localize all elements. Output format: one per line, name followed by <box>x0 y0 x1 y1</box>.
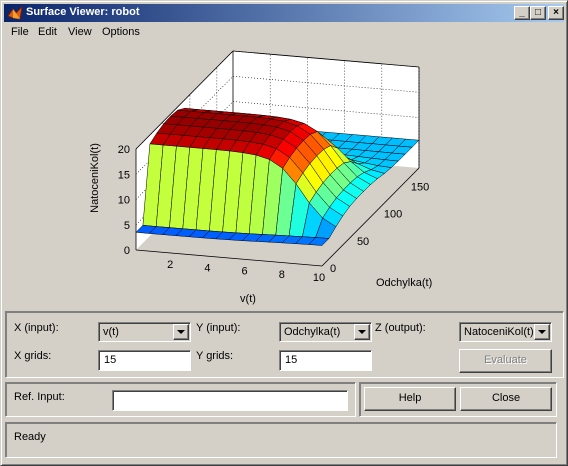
dropdown-arrow[interactable] <box>354 324 370 340</box>
close-icon: × <box>553 7 559 18</box>
dropdown-arrow[interactable] <box>173 324 189 340</box>
surface-plot-area[interactable]: 0 5 10 15 20 2 4 6 8 10 0 50 100 150 NatoceniKol(t) v… <box>5 43 564 308</box>
z-output-label: Z (output): <box>375 322 426 334</box>
menu-file[interactable]: File <box>11 26 29 38</box>
z-output-select[interactable]: NatoceniKol(t) <box>459 322 552 342</box>
x-grids-label: X grids: <box>14 350 52 362</box>
y-input-value: Odchylka(t) <box>284 326 341 338</box>
y-tick-label: 100 <box>384 209 402 221</box>
z-tick-label: 20 <box>118 144 130 156</box>
close-window-button[interactable]: × <box>548 6 564 20</box>
z-axis-label: NatoceniKol(t) <box>89 143 101 213</box>
evaluate-button[interactable]: Evaluate <box>459 349 552 373</box>
z-tick-label: 10 <box>118 195 130 207</box>
chevron-down-icon <box>538 330 546 334</box>
x-tick-label: 2 <box>167 259 173 271</box>
x-tick-label: 4 <box>204 262 210 274</box>
chevron-down-icon <box>358 330 366 334</box>
x-grids-field[interactable]: 15 <box>98 350 191 371</box>
y-tick-label: 150 <box>411 181 429 193</box>
help-button[interactable]: Help <box>364 387 456 411</box>
menu-edit[interactable]: Edit <box>38 26 57 38</box>
maximize-icon: □ <box>534 7 542 18</box>
chevron-down-icon <box>177 330 185 334</box>
surface-viewer-window: Surface Viewer: robot _ □ × File Edit Vi… <box>0 0 568 466</box>
y-input-label: Y (input): <box>196 322 241 334</box>
ref-input-field[interactable] <box>112 390 348 411</box>
x-tick-label: 8 <box>279 269 285 281</box>
z-output-value: NatoceniKol(t) <box>464 326 534 338</box>
z-tick-label: 5 <box>124 220 130 232</box>
ref-input-panel: Ref. Input: <box>5 382 356 417</box>
axis-box-edge <box>135 249 323 267</box>
matlab-app-icon <box>7 5 23 20</box>
action-buttons-panel: Help Close <box>359 382 557 417</box>
minimize-icon: _ <box>519 7 525 18</box>
x-input-label: X (input): <box>14 322 59 334</box>
menu-view[interactable]: View <box>68 26 92 38</box>
x-input-select[interactable]: v(t) <box>98 322 191 342</box>
close-button[interactable]: Close <box>460 387 552 411</box>
window-title: Surface Viewer: robot <box>26 6 140 18</box>
y-grids-label: Y grids: <box>196 350 234 362</box>
status-text: Ready <box>14 431 46 443</box>
z-tick-label: 15 <box>118 169 130 181</box>
status-panel: Ready <box>5 422 557 458</box>
surface-plot[interactable]: 051015202 4 6 8 10050100150 NatoceniKol(t) v… <box>5 43 564 308</box>
y-tick-label: 0 <box>330 263 336 275</box>
dropdown-arrow[interactable] <box>534 324 550 340</box>
y-input-select[interactable]: Odchylka(t) <box>279 322 372 342</box>
x-tick-label: 10 <box>313 272 325 284</box>
z-tick-label: 0 <box>124 245 130 257</box>
minimize-button[interactable]: _ <box>514 6 530 20</box>
y-axis-label: Odchylka(t) <box>376 277 432 289</box>
menu-options[interactable]: Options <box>102 26 140 38</box>
y-tick-label: 50 <box>357 236 369 248</box>
x-axis-label: v(t) <box>240 293 256 305</box>
menu-bar: File Edit View Options <box>4 23 564 42</box>
ref-input-label: Ref. Input: <box>14 391 65 403</box>
title-bar[interactable]: Surface Viewer: robot _ □ × <box>4 4 564 22</box>
axis-controls-panel: X (input): v(t) Y (input): Odchylka(t) Z… <box>5 311 564 378</box>
x-input-value: v(t) <box>103 326 119 338</box>
y-grids-field[interactable]: 15 <box>279 350 372 371</box>
maximize-button[interactable]: □ <box>530 6 546 20</box>
x-tick-label: 6 <box>242 266 248 278</box>
